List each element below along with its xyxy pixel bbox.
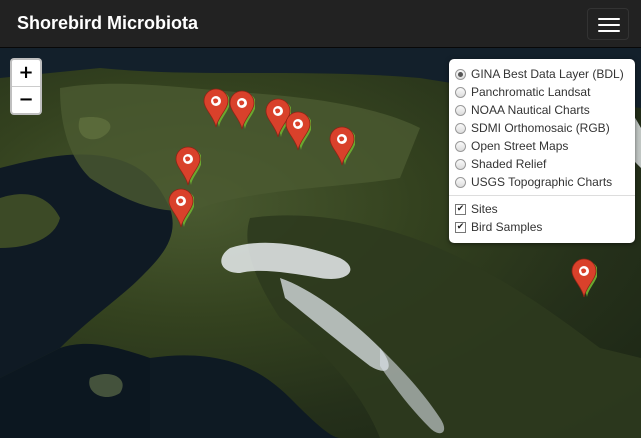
base-layer-option[interactable]: USGS Topographic Charts: [455, 173, 629, 191]
map-pin-icon[interactable]: [229, 90, 256, 130]
zoom-out-button[interactable]: −: [12, 86, 40, 113]
hamburger-bar: [598, 30, 620, 32]
base-layer-option[interactable]: Panchromatic Landsat: [455, 83, 629, 101]
base-layer-option[interactable]: NOAA Nautical Charts: [455, 101, 629, 119]
map-pin-icon[interactable]: [329, 126, 356, 166]
navbar: Shorebird Microbiota: [0, 0, 641, 48]
base-layer-option[interactable]: GINA Best Data Layer (BDL): [455, 65, 629, 83]
overlay-label: Bird Samples: [471, 220, 543, 234]
base-layer-option[interactable]: SDMI Orthomosaic (RGB): [455, 119, 629, 137]
map-pin-icon[interactable]: [203, 88, 230, 128]
overlay-option-sites[interactable]: ✔ Sites: [455, 200, 629, 218]
app-brand[interactable]: Shorebird Microbiota: [17, 13, 198, 34]
overlay-label: Sites: [471, 202, 498, 216]
checkbox[interactable]: ✔: [455, 221, 466, 233]
base-layer-option[interactable]: Open Street Maps: [455, 137, 629, 155]
base-layer-label: Open Street Maps: [471, 139, 569, 153]
base-layer-label: Shaded Relief: [471, 157, 547, 171]
zoom-control: + −: [10, 58, 42, 115]
radio-button[interactable]: [455, 122, 466, 134]
hamburger-bar: [598, 24, 620, 26]
radio-button[interactable]: [455, 158, 466, 170]
checkbox[interactable]: ✔: [455, 203, 466, 215]
base-layer-label: Panchromatic Landsat: [471, 85, 591, 99]
hamburger-menu-icon: [598, 18, 620, 20]
base-layer-label: NOAA Nautical Charts: [471, 103, 590, 117]
zoom-in-button[interactable]: +: [12, 60, 40, 86]
map-pin-icon[interactable]: [285, 111, 312, 151]
radio-button[interactable]: [455, 140, 466, 152]
radio-button[interactable]: [455, 176, 466, 188]
radio-button[interactable]: [455, 68, 466, 80]
map-pin-icon[interactable]: [175, 146, 202, 186]
radio-button[interactable]: [455, 104, 466, 116]
overlay-option-bird-samples[interactable]: ✔ Bird Samples: [455, 218, 629, 236]
navbar-toggle-button[interactable]: [587, 8, 629, 40]
base-layer-option[interactable]: Shaded Relief: [455, 155, 629, 173]
layer-divider: [449, 195, 635, 196]
layer-control-panel: GINA Best Data Layer (BDL) Panchromatic …: [449, 59, 635, 243]
map-pin-icon[interactable]: [571, 258, 598, 298]
base-layer-label: GINA Best Data Layer (BDL): [471, 67, 624, 81]
base-layer-label: USGS Topographic Charts: [471, 175, 613, 189]
radio-button[interactable]: [455, 86, 466, 98]
map-pin-icon[interactable]: [168, 188, 195, 228]
base-layer-label: SDMI Orthomosaic (RGB): [471, 121, 610, 135]
